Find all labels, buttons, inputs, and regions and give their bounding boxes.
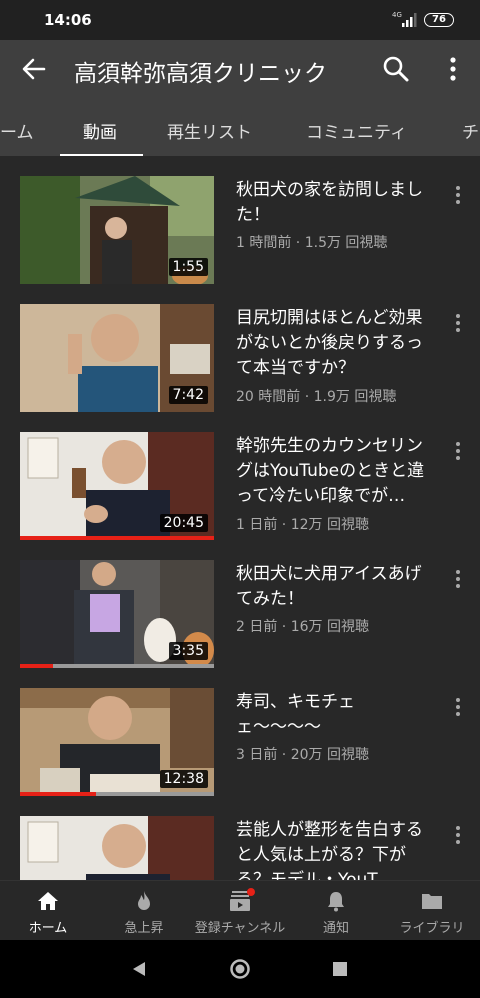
video-meta: 1 時間前 · 1.5万 回視聴: [236, 235, 388, 251]
folder-icon: [422, 894, 442, 909]
search-icon[interactable]: [382, 55, 410, 83]
video-title[interactable]: 目尻切開はほとんど効果がないとか後戻りするって本当ですか？: [236, 306, 436, 381]
nav-label: 急上昇: [124, 921, 164, 936]
more-vert-icon[interactable]: [448, 696, 468, 718]
back-arrow-icon[interactable]: [20, 55, 48, 83]
video-thumbnail[interactable]: 1:55: [20, 176, 214, 284]
clock: 14:06: [44, 11, 92, 29]
video-item[interactable]: 20:45 幹弥先生のカウンセリングはYouTubeのときと違って冷たい印象でが…: [0, 432, 480, 560]
signal-icon: [402, 13, 417, 27]
more-vert-icon[interactable]: [440, 55, 466, 83]
nav-trending[interactable]: 急上昇: [96, 881, 192, 941]
video-item[interactable]: 1:55 秋田犬の家を訪問しました！ 1 時間前 · 1.5万 回視聴: [0, 176, 480, 304]
nav-label: 登録チャンネル: [194, 921, 286, 936]
video-title[interactable]: 秋田犬に犬用アイスあげてみた！: [236, 562, 436, 612]
watch-progress: [20, 792, 96, 796]
channel-title: 高須幹弥高須クリニック: [74, 61, 327, 87]
network-indicator: 4G: [392, 11, 402, 19]
video-title[interactable]: 芸能人が整形を告白すると人気は上がる？下がる？モデル・YouT: [236, 818, 436, 880]
system-recents-icon[interactable]: [332, 961, 348, 977]
more-vert-icon[interactable]: [448, 184, 468, 206]
video-item[interactable]: 芸能人が整形を告白すると人気は上がる？下がる？モデル・YouT: [0, 816, 480, 880]
watch-progress: [20, 664, 53, 668]
video-item[interactable]: 3:35 秋田犬に犬用アイスあげてみた！ 2 日前 · 16万 回視聴: [0, 560, 480, 688]
video-thumbnail[interactable]: 7:42: [20, 304, 214, 412]
video-list: 1:55 秋田犬の家を訪問しました！ 1 時間前 · 1.5万 回視聴 7:42…: [0, 156, 480, 880]
video-meta: 1 日前 · 12万 回視聴: [236, 517, 369, 533]
app-bar: 高須幹弥高須クリニック: [0, 40, 480, 98]
channel-tabs: ーム 動画 再生リスト コミュニティ チ: [0, 98, 480, 156]
more-vert-icon[interactable]: [448, 440, 468, 462]
watch-progress: [20, 536, 214, 540]
bell-icon: [328, 892, 344, 912]
more-vert-icon[interactable]: [448, 568, 468, 590]
nav-label: ライブラリ: [399, 921, 465, 936]
video-meta: 3 日前 · 20万 回視聴: [236, 747, 369, 763]
video-meta: 20 時間前 · 1.9万 回視聴: [236, 389, 397, 405]
video-meta: 2 日前 · 16万 回視聴: [236, 619, 369, 635]
duration-badge: 20:45: [159, 514, 208, 532]
nav-library[interactable]: ライブラリ: [384, 881, 480, 941]
home-icon: [38, 892, 58, 910]
duration-badge: 1:55: [168, 258, 208, 276]
video-thumbnail[interactable]: 12:38: [20, 688, 214, 796]
system-navigation-bar: [0, 940, 480, 998]
duration-badge: 3:35: [168, 642, 208, 660]
nav-label: ホーム: [28, 921, 68, 936]
battery-indicator: 76: [424, 13, 454, 27]
nav-home[interactable]: ホーム: [0, 881, 96, 941]
nav-label: 通知: [322, 921, 349, 936]
nav-subscriptions[interactable]: 登録チャンネル: [192, 881, 288, 941]
tab-home[interactable]: ーム: [0, 118, 34, 143]
video-title[interactable]: 幹弥先生のカウンセリングはYouTubeのときと違って冷たい印象でが…: [236, 434, 436, 509]
flame-icon: [138, 891, 150, 910]
tab-videos[interactable]: 動画: [83, 118, 117, 143]
tab-playlists[interactable]: 再生リスト: [167, 118, 252, 143]
status-bar: 14:06 4G 76: [0, 0, 480, 40]
notification-dot: [247, 888, 255, 896]
video-item[interactable]: 12:38 寿司、キモチェェ〜〜〜〜 3 日前 · 20万 回視聴: [0, 688, 480, 816]
system-back-icon[interactable]: [130, 960, 148, 978]
nav-notifications[interactable]: 通知: [288, 881, 384, 941]
duration-badge: 12:38: [159, 770, 208, 788]
video-title[interactable]: 秋田犬の家を訪問しました！: [236, 178, 436, 228]
video-thumbnail[interactable]: 3:35: [20, 560, 214, 668]
more-vert-icon[interactable]: [448, 312, 468, 334]
bottom-navigation: ホーム 急上昇 登録チャンネル 通知 ライブラリ: [0, 880, 480, 940]
video-item[interactable]: 7:42 目尻切開はほとんど効果がないとか後戻りするって本当ですか？ 20 時間…: [0, 304, 480, 432]
video-title[interactable]: 寿司、キモチェェ〜〜〜〜: [236, 690, 436, 740]
more-vert-icon[interactable]: [448, 824, 468, 846]
video-thumbnail[interactable]: 20:45: [20, 432, 214, 540]
duration-badge: 7:42: [168, 386, 208, 404]
video-thumbnail[interactable]: [20, 816, 214, 880]
tab-community[interactable]: コミュニティ: [306, 118, 407, 143]
system-home-icon[interactable]: [229, 958, 251, 980]
tab-channels[interactable]: チ: [462, 118, 479, 143]
